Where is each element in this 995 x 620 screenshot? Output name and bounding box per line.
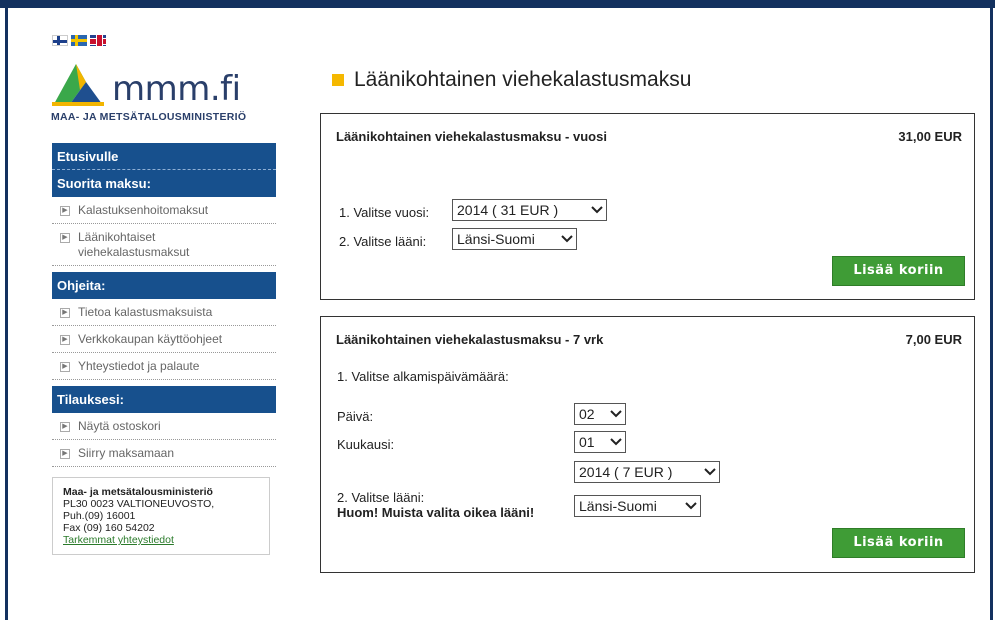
chevron-down-icon bbox=[561, 235, 573, 243]
arrow-right-icon: ▶ bbox=[60, 233, 70, 243]
swedish-flag-icon[interactable] bbox=[71, 35, 87, 46]
panel-header: Läänikohtainen viehekalastusmaksu - 7 vr… bbox=[336, 332, 962, 347]
arrow-right-icon: ▶ bbox=[60, 449, 70, 459]
sidebar-item-show-cart[interactable]: ▶ Näytä ostoskori bbox=[52, 413, 276, 440]
arrow-right-icon: ▶ bbox=[60, 308, 70, 318]
chevron-down-icon bbox=[591, 206, 603, 214]
province-label: 2. Valitse lääni: bbox=[339, 234, 427, 249]
british-flag-icon[interactable] bbox=[90, 35, 106, 46]
arrow-right-icon: ▶ bbox=[60, 362, 70, 372]
orders-heading: Tilauksesi: bbox=[52, 386, 276, 413]
province-select-value: Länsi-Suomi bbox=[457, 231, 535, 247]
sidebar-item-checkout[interactable]: ▶ Siirry maksamaan bbox=[52, 440, 276, 467]
pay-heading: Suorita maksu: bbox=[52, 170, 276, 197]
finnish-flag-icon[interactable] bbox=[52, 35, 68, 46]
product-price: 7,00 EUR bbox=[905, 332, 962, 347]
week-year-select[interactable]: 2014 ( 7 EUR ) bbox=[574, 461, 720, 483]
sidebar-item-shop-instructions[interactable]: ▶ Verkkokaupan käyttöohjeet bbox=[52, 326, 276, 353]
contact-box: Maa- ja metsätalousministeriö PL30 0023 … bbox=[52, 477, 270, 555]
arrow-right-icon: ▶ bbox=[60, 422, 70, 432]
panel-header: Läänikohtainen viehekalastusmaksu - vuos… bbox=[336, 129, 962, 144]
week-province-select[interactable]: Länsi-Suomi bbox=[574, 495, 701, 517]
chevron-down-icon bbox=[610, 410, 622, 418]
add-to-cart-button[interactable]: Lisää koriin bbox=[832, 256, 965, 286]
arrow-right-icon: ▶ bbox=[60, 206, 70, 216]
day-select-value: 02 bbox=[579, 406, 595, 422]
contact-fax: Fax (09) 160 54202 bbox=[63, 522, 155, 534]
year-select-value: 2014 ( 31 EUR ) bbox=[457, 202, 559, 218]
sidebar-item-label: Näytä ostoskori bbox=[78, 419, 161, 433]
home-link[interactable]: Etusivulle bbox=[52, 143, 276, 170]
sidebar-item-contact-feedback[interactable]: ▶ Yhteystiedot ja palaute bbox=[52, 353, 276, 380]
year-label: 1. Valitse vuosi: bbox=[339, 205, 430, 220]
add-to-cart-button[interactable]: Lisää koriin bbox=[832, 528, 965, 558]
window-frame-right bbox=[990, 8, 993, 620]
logo-mark-icon bbox=[52, 64, 104, 106]
week-province-select-value: Länsi-Suomi bbox=[579, 498, 657, 514]
sidebar-item-label: Kalastuksenhoitomaksut bbox=[78, 203, 209, 217]
product-price: 31,00 EUR bbox=[898, 129, 962, 144]
province-warning: Huom! Muista valita oikea lääni! bbox=[337, 505, 535, 520]
sidebar-item-fee-info[interactable]: ▶ Tietoa kalastusmaksuista bbox=[52, 299, 276, 326]
week-year-select-value: 2014 ( 7 EUR ) bbox=[579, 464, 673, 480]
ministry-name: MAA- JA METSÄTALOUSMINISTERIÖ bbox=[51, 111, 247, 123]
start-date-label: 1. Valitse alkamispäivämäärä: bbox=[337, 369, 509, 384]
day-label: Päivä: bbox=[337, 409, 374, 424]
sidebar-item-label: Läänikohtaiset viehekalastusmaksut bbox=[78, 230, 190, 259]
contact-details-link[interactable]: Tarkemmat yhteystiedot bbox=[63, 534, 174, 546]
product-title: Läänikohtainen viehekalastusmaksu - 7 vr… bbox=[336, 332, 604, 347]
help-heading: Ohjeita: bbox=[52, 272, 276, 299]
month-label: Kuukausi: bbox=[337, 437, 395, 452]
week-province-label: 2. Valitse lääni: bbox=[337, 490, 425, 505]
day-select[interactable]: 02 bbox=[574, 403, 626, 425]
contact-address: PL30 0023 VALTIONEUVOSTO, bbox=[63, 498, 215, 510]
month-select[interactable]: 01 bbox=[574, 431, 626, 453]
sidebar-item-lure-fishing-fees[interactable]: ▶ Läänikohtaiset viehekalastusmaksut bbox=[52, 224, 276, 266]
year-fee-panel: Läänikohtainen viehekalastusmaksu - vuos… bbox=[320, 113, 975, 300]
window-frame-top bbox=[0, 0, 995, 8]
week-fee-panel: Läänikohtainen viehekalastusmaksu - 7 vr… bbox=[320, 316, 975, 573]
year-select[interactable]: 2014 ( 31 EUR ) bbox=[452, 199, 607, 221]
site-logo[interactable]: mmm.fi bbox=[52, 62, 241, 106]
chevron-down-icon bbox=[685, 502, 697, 510]
sidebar-item-label: Verkkokaupan käyttöohjeet bbox=[78, 332, 223, 346]
contact-phone: Puh.(09) 16001 bbox=[63, 510, 136, 522]
logo-text: mmm.fi bbox=[112, 69, 241, 109]
sidebar-item-fishing-management-fees[interactable]: ▶ Kalastuksenhoitomaksut bbox=[52, 197, 276, 224]
window-frame-left bbox=[5, 8, 8, 620]
title-bullet-icon bbox=[332, 74, 344, 86]
sidebar: Etusivulle Suorita maksu: ▶ Kalastuksenh… bbox=[52, 143, 276, 555]
sidebar-item-label: Siirry maksamaan bbox=[78, 446, 175, 460]
province-select[interactable]: Länsi-Suomi bbox=[452, 228, 577, 250]
sidebar-item-label: Yhteystiedot ja palaute bbox=[78, 359, 200, 373]
arrow-right-icon: ▶ bbox=[60, 335, 70, 345]
sidebar-item-label: Tietoa kalastusmaksuista bbox=[78, 305, 213, 319]
chevron-down-icon bbox=[610, 438, 622, 446]
page-title: Läänikohtainen viehekalastusmaksu bbox=[332, 68, 691, 92]
contact-org: Maa- ja metsätalousministeriö bbox=[63, 486, 213, 498]
page-title-text: Läänikohtainen viehekalastusmaksu bbox=[354, 68, 692, 91]
month-select-value: 01 bbox=[579, 434, 595, 450]
language-switcher bbox=[52, 35, 106, 46]
product-title: Läänikohtainen viehekalastusmaksu - vuos… bbox=[336, 129, 607, 144]
chevron-down-icon bbox=[704, 468, 716, 476]
